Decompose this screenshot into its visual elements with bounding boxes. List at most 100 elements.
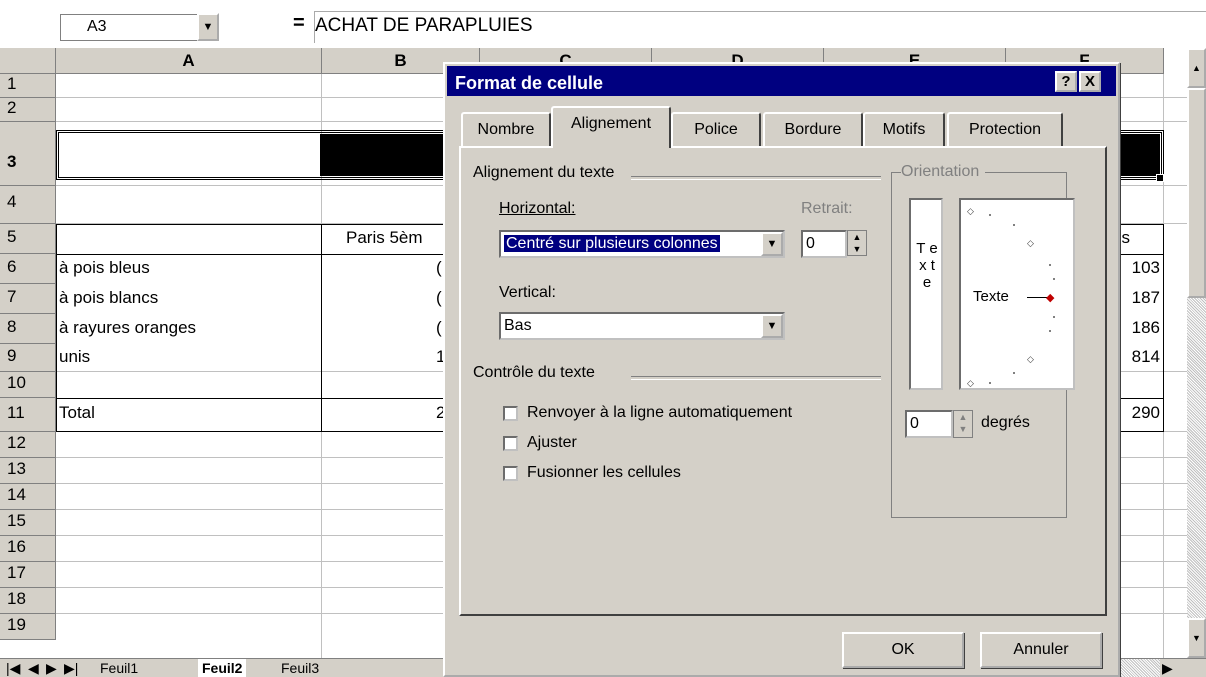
dial-dot xyxy=(1053,278,1055,280)
horizontal-select-value: Centré sur plusieurs colonnes xyxy=(503,234,721,253)
prev-sheet-icon[interactable]: ◀ xyxy=(28,659,39,677)
tab-bordure[interactable]: Bordure xyxy=(763,112,863,146)
fill-handle[interactable] xyxy=(1156,174,1164,182)
dial-dot xyxy=(1053,316,1055,318)
tab-motifs[interactable]: Motifs xyxy=(863,112,945,146)
dialog-titlebar[interactable]: Format de cellule ? X xyxy=(447,66,1116,96)
cancel-button[interactable]: Annuler xyxy=(980,632,1102,668)
first-sheet-icon[interactable]: |◀ xyxy=(6,659,20,677)
title-text: ACHAT DE PARAPLUIES xyxy=(61,137,460,174)
orientation-group-title: Orientation xyxy=(901,163,986,181)
merge-cells-label[interactable]: Fusionner les cellules xyxy=(527,464,681,482)
row-header-9[interactable]: 9 xyxy=(0,344,56,372)
cell-a11[interactable]: Total xyxy=(59,403,95,423)
alignment-panel: Alignement du texte Horizontal: Centré s… xyxy=(459,146,1107,616)
horizontal-select[interactable]: Centré sur plusieurs colonnes ▼ xyxy=(499,230,785,258)
wrap-text-checkbox[interactable] xyxy=(503,406,518,421)
row-header-16[interactable]: 16 xyxy=(0,536,56,562)
tab-protection[interactable]: Protection xyxy=(947,112,1063,146)
vertical-text-orientation[interactable]: T e x t e xyxy=(909,198,943,390)
dial-handle-icon[interactable]: ◆ xyxy=(1046,291,1054,304)
row-header-14[interactable]: 14 xyxy=(0,484,56,510)
dial-marker-icon: ◇ xyxy=(1027,354,1034,364)
row-header-4[interactable]: 4 xyxy=(0,186,56,224)
cell-a6[interactable]: à pois bleus xyxy=(59,258,150,278)
cell-a9[interactable]: unis xyxy=(59,347,90,367)
row-header-19[interactable]: 19 xyxy=(0,614,56,640)
cell-b5[interactable]: Paris 5èm xyxy=(346,228,446,248)
row-header-2[interactable]: 2 xyxy=(0,98,56,122)
indent-input[interactable]: 0 xyxy=(801,230,847,258)
cell-b8[interactable]: ( xyxy=(436,318,442,338)
hscroll-track[interactable] xyxy=(1120,659,1160,677)
last-sheet-icon[interactable]: ▶| xyxy=(64,659,78,677)
dial-marker-icon: ◇ xyxy=(967,378,974,388)
column-header-a[interactable]: A xyxy=(56,48,322,74)
scroll-up-icon[interactable]: ▲ xyxy=(1187,48,1206,88)
wrap-text-label[interactable]: Renvoyer à la ligne automatiquement xyxy=(527,404,792,422)
vertical-dropdown-icon[interactable]: ▼ xyxy=(761,314,783,338)
row-header-8[interactable]: 8 xyxy=(0,314,56,344)
vertical-scrollbar[interactable]: ▲ ▼ xyxy=(1187,48,1206,658)
tab-police[interactable]: Police xyxy=(671,112,761,146)
help-button[interactable]: ? xyxy=(1055,71,1077,92)
ok-button[interactable]: OK xyxy=(842,632,964,668)
row-header-5[interactable]: 5 xyxy=(0,224,56,254)
format-cells-dialog: Format de cellule ? X Nombre Alignement … xyxy=(443,62,1120,677)
orientation-dial[interactable]: ◇ ◇ ◇ ◇ Texte ◆ xyxy=(959,198,1075,390)
degrees-input[interactable]: 0 xyxy=(905,410,953,438)
dial-needle xyxy=(1027,297,1047,298)
vertical-text-sample: T e x t e xyxy=(916,240,938,291)
row-header-15[interactable]: 15 xyxy=(0,510,56,536)
cell-a8[interactable]: à rayures oranges xyxy=(59,318,196,338)
table-divider xyxy=(321,224,322,432)
alignment-group-title: Alignement du texte xyxy=(473,164,621,182)
row-header-3[interactable]: 3 xyxy=(0,122,56,186)
vertical-select[interactable]: Bas ▼ xyxy=(499,312,785,340)
sheet-tab-feuil1[interactable]: Feuil1 xyxy=(100,659,138,677)
row-header-13[interactable]: 13 xyxy=(0,458,56,484)
row-header-18[interactable]: 18 xyxy=(0,588,56,614)
edit-formula-icon[interactable]: = xyxy=(293,12,305,35)
tab-nombre[interactable]: Nombre xyxy=(461,112,551,146)
horizontal-dropdown-icon[interactable]: ▼ xyxy=(761,232,783,256)
next-sheet-icon[interactable]: ▶ xyxy=(46,659,57,677)
indent-spinner-icon[interactable]: ▲ ▼ xyxy=(847,230,867,256)
row-header-11[interactable]: 11 xyxy=(0,398,56,432)
dial-dot xyxy=(989,382,991,384)
indent-value: 0 xyxy=(806,235,815,252)
row-header-17[interactable]: 17 xyxy=(0,562,56,588)
name-box-dropdown-icon[interactable]: ▼ xyxy=(197,13,219,41)
scroll-down-icon[interactable]: ▼ xyxy=(1187,618,1206,658)
scroll-track[interactable] xyxy=(1187,298,1206,618)
dial-dot xyxy=(1049,264,1051,266)
row-header-1[interactable]: 1 xyxy=(0,74,56,98)
group-divider xyxy=(631,176,881,180)
row-header-7[interactable]: 7 xyxy=(0,284,56,314)
row-header-10[interactable]: 10 xyxy=(0,372,56,398)
formula-input[interactable]: ACHAT DE PARAPLUIES xyxy=(314,11,1206,43)
close-button[interactable]: X xyxy=(1079,71,1101,92)
text-control-group-title: Contrôle du texte xyxy=(473,364,601,382)
sheet-tab-feuil3[interactable]: Feuil3 xyxy=(281,659,319,677)
dial-dot xyxy=(1013,372,1015,374)
row-header-12[interactable]: 12 xyxy=(0,432,56,458)
name-box[interactable]: A3 xyxy=(60,14,200,41)
cell-a7[interactable]: à pois blancs xyxy=(59,288,158,308)
tab-alignement[interactable]: Alignement xyxy=(551,106,671,148)
cell-b6[interactable]: ( xyxy=(436,258,442,278)
row-header-6[interactable]: 6 xyxy=(0,254,56,284)
select-all-corner[interactable] xyxy=(0,48,56,74)
formula-bar: A3 ▼ = ACHAT DE PARAPLUIES xyxy=(0,0,1206,48)
scroll-thumb[interactable] xyxy=(1187,88,1206,298)
cell-a3[interactable]: ACHAT DE PARAPLUIES xyxy=(61,134,461,178)
merge-cells-checkbox[interactable] xyxy=(503,466,518,481)
dial-marker-icon: ◇ xyxy=(967,206,974,216)
sheet-tab-feuil2[interactable]: Feuil2 xyxy=(198,659,247,677)
shrink-to-fit-checkbox[interactable] xyxy=(503,436,518,451)
cell-b7[interactable]: ( xyxy=(436,288,442,308)
degrees-spinner-icon[interactable]: ▲ ▼ xyxy=(953,410,973,438)
scroll-right-icon[interactable]: ▶ xyxy=(1162,659,1173,677)
dial-dot xyxy=(1013,224,1015,226)
shrink-to-fit-label[interactable]: Ajuster xyxy=(527,434,577,452)
